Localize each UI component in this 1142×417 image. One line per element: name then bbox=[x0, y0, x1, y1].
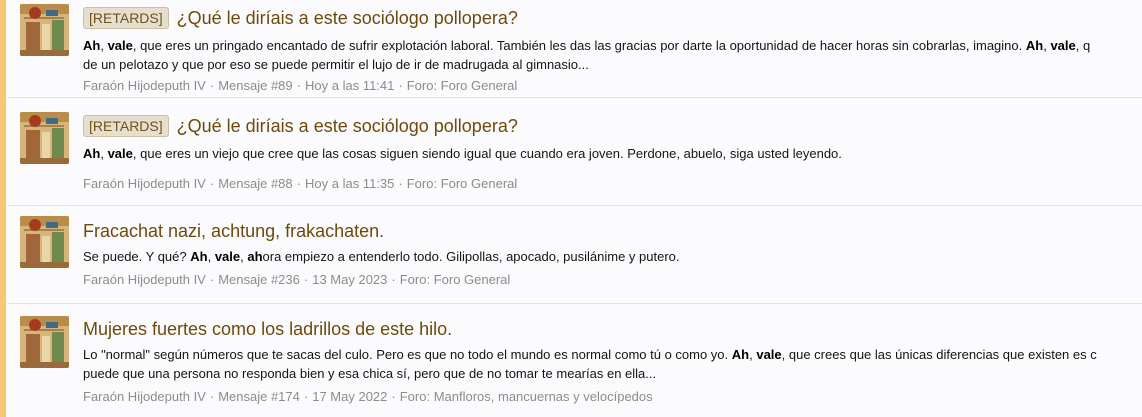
meta-separator: · bbox=[209, 176, 215, 191]
pharaoh-avatar-icon[interactable] bbox=[20, 216, 69, 268]
search-result: Mujeres fuertes como los ladrillos de es… bbox=[7, 304, 1142, 417]
snippet-text: Se puede. Y qué? bbox=[83, 249, 191, 264]
highlight-term: vale bbox=[756, 347, 782, 362]
message-number: Mensaje #89 bbox=[218, 78, 293, 93]
result-snippet: Se puede. Y qué? Ah, vale, ahora empiezo… bbox=[83, 247, 1142, 266]
message-number: Mensaje #236 bbox=[218, 272, 300, 287]
post-date-link[interactable]: Hoy a las 11:41 bbox=[305, 78, 394, 93]
author-link[interactable]: Faraón Hijodeputh IV bbox=[83, 78, 206, 93]
result-snippet: Ah, vale, que eres un viejo que cree que… bbox=[83, 144, 1142, 163]
search-result: Fracachat nazi, achtung, frakachaten. Se… bbox=[7, 206, 1142, 304]
left-accent-stripe bbox=[0, 0, 6, 417]
snippet-text: de un pelotazo y que por eso se puede pe… bbox=[83, 57, 589, 72]
pharaoh-avatar-icon[interactable] bbox=[20, 316, 69, 368]
meta-separator: · bbox=[303, 389, 309, 404]
snippet-text: ora empiezo a entenderlo todo. Gilipolla… bbox=[262, 249, 680, 264]
snippet-text: , bbox=[207, 249, 215, 264]
highlight-term: Ah bbox=[190, 249, 208, 264]
meta-separator: · bbox=[398, 176, 403, 191]
forum-link[interactable]: Foro: Manfloros, mancuernas y velocípedo… bbox=[400, 389, 653, 404]
message-number: Mensaje #174 bbox=[218, 389, 300, 404]
result-meta: Faraón Hijodeputh IV · Mensaje #88 · Hoy a l… bbox=[83, 175, 517, 193]
result-title-line: Fracachat nazi, achtung, frakachaten. bbox=[83, 218, 384, 244]
snippet-line: Ah, vale, que eres un pringado encantado… bbox=[83, 36, 1142, 55]
pharaoh-avatar-icon[interactable] bbox=[20, 112, 69, 164]
forum-link[interactable]: Foro: Foro General bbox=[400, 272, 511, 287]
thread-title-link[interactable]: ¿Qué le diríais a este sociólogo pollope… bbox=[177, 114, 518, 138]
result-title-line: [RETARDS] ¿Qué le diríais a este sociólo… bbox=[83, 113, 518, 139]
result-meta: Faraón Hijodeputh IV · Mensaje #89 · Hoy a l… bbox=[83, 77, 517, 95]
meta-separator: · bbox=[209, 78, 215, 93]
meta-separator: · bbox=[209, 389, 215, 404]
snippet-line: Lo "normal" según números que te sacas d… bbox=[83, 345, 1142, 364]
meta-separator: · bbox=[303, 272, 309, 287]
author-link[interactable]: Faraón Hijodeputh IV bbox=[83, 176, 206, 191]
highlight-term: ah bbox=[247, 249, 263, 264]
snippet-line: Ah, vale, que eres un viejo que cree que… bbox=[83, 144, 1142, 163]
author-link[interactable]: Faraón Hijodeputh IV bbox=[83, 272, 206, 287]
meta-separator: · bbox=[296, 176, 301, 191]
snippet-text: Lo "normal" según números que te sacas d… bbox=[83, 347, 732, 362]
author-link[interactable]: Faraón Hijodeputh IV bbox=[83, 389, 206, 404]
highlight-term: Ah bbox=[83, 38, 101, 53]
snippet-line: de un pelotazo y que por eso se puede pe… bbox=[83, 55, 1142, 74]
meta-separator: · bbox=[296, 78, 301, 93]
result-snippet: Lo "normal" según números que te sacas d… bbox=[83, 345, 1142, 383]
snippet-text: puede que una persona no responda bien y… bbox=[83, 366, 657, 381]
result-title-line: Mujeres fuertes como los ladrillos de es… bbox=[83, 316, 452, 342]
highlight-term: vale bbox=[107, 146, 133, 161]
result-title-line: [RETARDS] ¿Qué le diríais a este sociólo… bbox=[83, 5, 518, 31]
snippet-text: , bbox=[100, 146, 108, 161]
highlight-term: Ah bbox=[731, 347, 750, 362]
forum-link[interactable]: Foro: Foro General bbox=[407, 176, 518, 191]
highlight-term: Ah bbox=[1025, 38, 1044, 53]
thread-title-link[interactable]: Fracachat nazi, achtung, frakachaten. bbox=[83, 219, 384, 243]
pharaoh-avatar-icon[interactable] bbox=[20, 4, 69, 56]
thread-title-link[interactable]: ¿Qué le diríais a este sociólogo pollope… bbox=[177, 6, 518, 30]
snippet-line: Se puede. Y qué? Ah, vale, ahora empiezo… bbox=[83, 247, 1142, 266]
thread-prefix-badge[interactable]: [RETARDS] bbox=[83, 7, 169, 29]
search-result: [RETARDS] ¿Qué le diríais a este sociólo… bbox=[7, 0, 1142, 98]
post-date-link[interactable]: Hoy a las 11:35 bbox=[305, 176, 394, 191]
message-number: Mensaje #88 bbox=[218, 176, 293, 191]
forum-link[interactable]: Foro: Foro General bbox=[407, 78, 518, 93]
snippet-text: , q bbox=[1075, 38, 1091, 53]
result-meta: Faraón Hijodeputh IV · Mensaje #174 · 17 May… bbox=[83, 388, 653, 406]
snippet-text: , que eres un viejo que cree que las cos… bbox=[132, 146, 842, 161]
meta-separator: · bbox=[391, 389, 396, 404]
post-date-link[interactable]: 13 May 2023 bbox=[312, 272, 387, 287]
result-snippet: Ah, vale, que eres un pringado encantado… bbox=[83, 36, 1142, 74]
snippet-text: , que eres un pringado encantado de sufr… bbox=[132, 38, 1026, 53]
highlight-term: Ah bbox=[83, 146, 101, 161]
thread-title-link[interactable]: Mujeres fuertes como los ladrillos de es… bbox=[83, 317, 452, 341]
highlight-term: vale bbox=[107, 38, 133, 53]
meta-separator: · bbox=[391, 272, 396, 287]
meta-separator: · bbox=[209, 272, 215, 287]
snippet-line: puede que una persona no responda bien y… bbox=[83, 364, 1142, 383]
result-meta: Faraón Hijodeputh IV · Mensaje #236 · 13 May… bbox=[83, 271, 510, 289]
highlight-term: vale bbox=[214, 249, 241, 264]
highlight-term: vale bbox=[1050, 38, 1076, 53]
thread-prefix-badge[interactable]: [RETARDS] bbox=[83, 115, 169, 137]
search-result: [RETARDS] ¿Qué le diríais a este sociólo… bbox=[7, 108, 1142, 206]
search-results-list: [RETARDS] ¿Qué le diríais a este sociólo… bbox=[7, 0, 1142, 417]
post-date-link[interactable]: 17 May 2022 bbox=[312, 389, 387, 404]
meta-separator: · bbox=[398, 78, 403, 93]
snippet-text: , que crees que las únicas diferencias q… bbox=[781, 347, 1097, 362]
snippet-text: , bbox=[100, 38, 108, 53]
